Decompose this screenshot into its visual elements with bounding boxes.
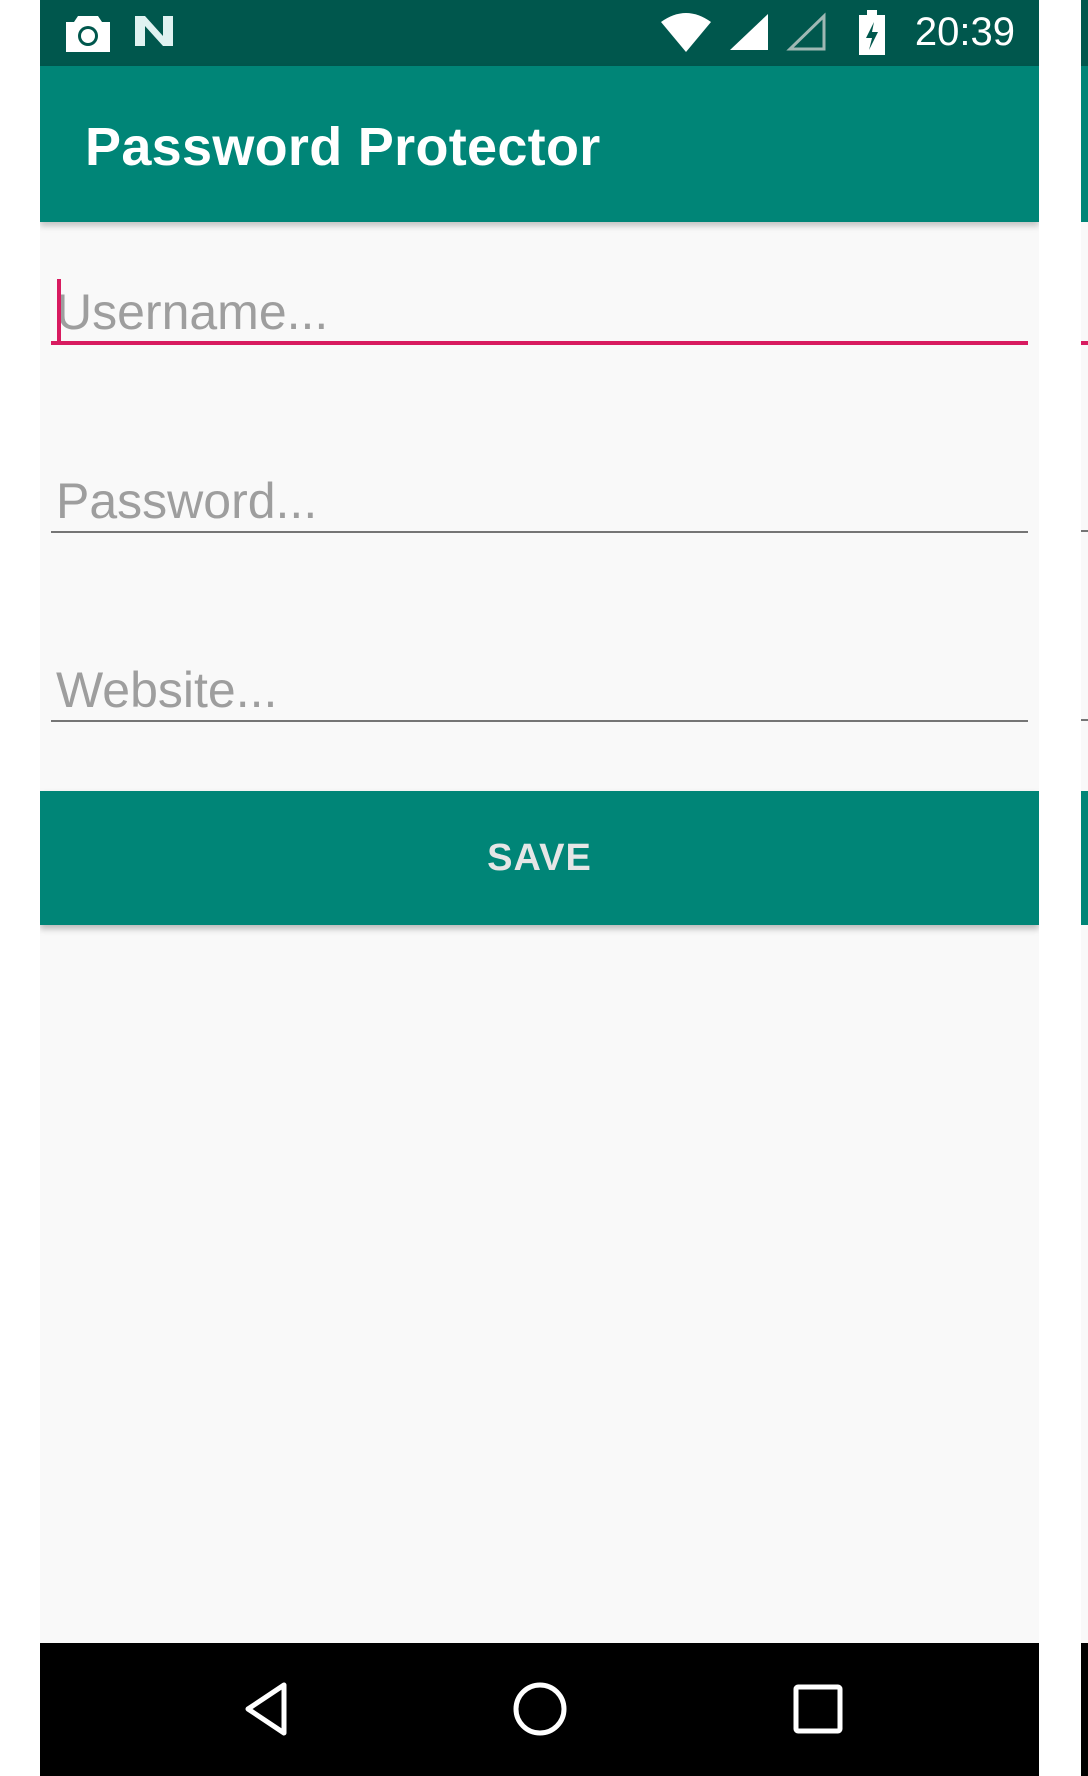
username-input[interactable] <box>51 273 1028 341</box>
n-notification-icon <box>133 12 175 55</box>
recents-icon[interactable] <box>788 1679 848 1739</box>
navigation-bar <box>40 1643 1039 1776</box>
signal-empty-icon <box>785 12 827 57</box>
password-input[interactable] <box>51 461 1028 531</box>
password-field[interactable] <box>51 461 1028 533</box>
home-icon[interactable] <box>510 1679 570 1739</box>
phone-screen: 20:39 Password Protector SAVE <box>40 0 1039 1776</box>
username-field[interactable] <box>51 273 1028 345</box>
app-title: Password Protector <box>85 117 601 177</box>
website-input[interactable] <box>51 650 1028 720</box>
wifi-icon <box>660 12 712 57</box>
battery-charging-icon <box>858 10 886 61</box>
camera-icon <box>64 12 112 59</box>
website-field[interactable] <box>51 650 1028 722</box>
adjacent-screen-edge <box>1081 0 1088 1776</box>
text-cursor <box>57 279 61 345</box>
signal-full-icon <box>728 12 770 57</box>
back-icon[interactable] <box>238 1679 298 1739</box>
screen: 20:39 Password Protector SAVE <box>0 0 1088 1776</box>
status-time: 20:39 <box>914 10 1015 54</box>
save-button[interactable]: SAVE <box>40 791 1039 925</box>
status-bar: 20:39 <box>40 0 1039 66</box>
app-bar: Password Protector <box>40 66 1039 222</box>
